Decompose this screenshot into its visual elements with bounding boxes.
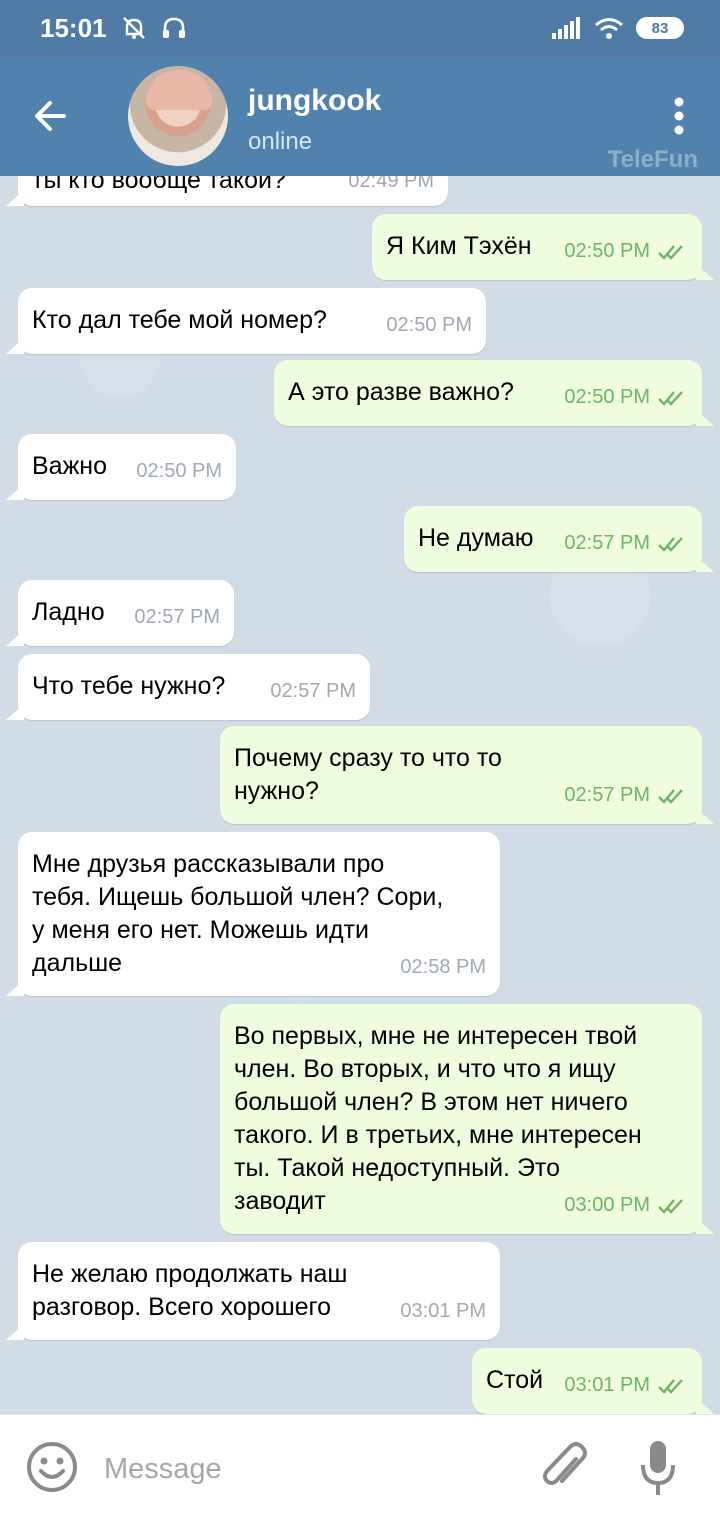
- more-vertical-icon[interactable]: [672, 96, 686, 136]
- wifi-icon: [595, 18, 623, 39]
- signal-icon: [552, 17, 580, 39]
- message-time: 03:00 PM: [564, 1194, 650, 1216]
- double-check-icon: [658, 244, 683, 260]
- message-time: 02:57 PM: [564, 532, 650, 554]
- message-time: 02:50 PM: [564, 386, 650, 408]
- message-time: 02:50 PM: [386, 314, 472, 336]
- message-time: 02:57 PM: [270, 680, 356, 702]
- message-time: 02:50 PM: [564, 240, 650, 262]
- message-time: 02:57 PM: [134, 606, 220, 628]
- double-check-icon: [658, 390, 683, 406]
- message-incoming[interactable]: ты кто вообще такой? 02:49 PM: [18, 176, 448, 206]
- status-bar: 15:01 83: [0, 0, 720, 56]
- message-outgoing[interactable]: А это разве важно? 02:50 PM: [274, 360, 702, 426]
- message-list[interactable]: ты кто вообще такой? 02:49 PM Я Ким Тэхё…: [0, 176, 720, 1414]
- message-incoming[interactable]: Что тебе нужно? 02:57 PM: [18, 654, 370, 720]
- message-incoming[interactable]: Не желаю продолжать наш разговор. Всего …: [18, 1242, 500, 1340]
- message-time: 03:01 PM: [564, 1374, 650, 1396]
- message-outgoing[interactable]: Не думаю 02:57 PM: [404, 506, 702, 572]
- headphones-icon: [162, 17, 185, 38]
- message-outgoing[interactable]: Почему сразу то что то нужно? 02:57 PM: [220, 726, 702, 824]
- message-incoming[interactable]: Ладно 02:57 PM: [18, 580, 234, 646]
- double-check-icon: [658, 1378, 683, 1394]
- message-time: 02:57 PM: [564, 784, 650, 806]
- paperclip-icon[interactable]: [540, 1441, 590, 1495]
- message-text: Во первых, мне не интересен твой член. В…: [234, 1022, 642, 1215]
- message-outgoing[interactable]: Стой 03:01 PM: [472, 1348, 702, 1414]
- microphone-icon[interactable]: [640, 1439, 676, 1497]
- message-time: 02:58 PM: [400, 956, 486, 978]
- message-incoming[interactable]: Важно 02:50 PM: [18, 434, 236, 500]
- message-time: 02:49 PM: [348, 176, 434, 192]
- double-check-icon: [658, 788, 683, 804]
- message-outgoing[interactable]: Во первых, мне не интересен твой член. В…: [220, 1004, 702, 1234]
- message-incoming[interactable]: Мне друзья рассказывали про тебя. Ищешь …: [18, 832, 500, 996]
- arrow-left-icon[interactable]: [30, 96, 80, 136]
- bell-off-icon: [122, 17, 145, 39]
- message-input-bar: [0, 1414, 720, 1520]
- watermark: TeleFun: [607, 146, 698, 173]
- chat-title[interactable]: jungkook: [248, 84, 381, 118]
- message-time: 02:50 PM: [136, 460, 222, 482]
- chat-status: online: [248, 128, 313, 155]
- double-check-icon: [658, 536, 683, 552]
- double-check-icon: [658, 1198, 683, 1214]
- emoji-icon[interactable]: [26, 1441, 78, 1493]
- message-input[interactable]: [104, 1449, 504, 1489]
- avatar[interactable]: [128, 66, 228, 166]
- message-incoming[interactable]: Кто дал тебе мой номер? 02:50 PM: [18, 288, 486, 354]
- message-time: 03:01 PM: [400, 1300, 486, 1322]
- status-time: 15:01: [40, 12, 107, 43]
- chat-header: jungkook online TeleFun: [0, 56, 720, 176]
- battery-indicator: 83: [636, 17, 684, 39]
- message-outgoing[interactable]: Я Ким Тэхён 02:50 PM: [372, 214, 702, 280]
